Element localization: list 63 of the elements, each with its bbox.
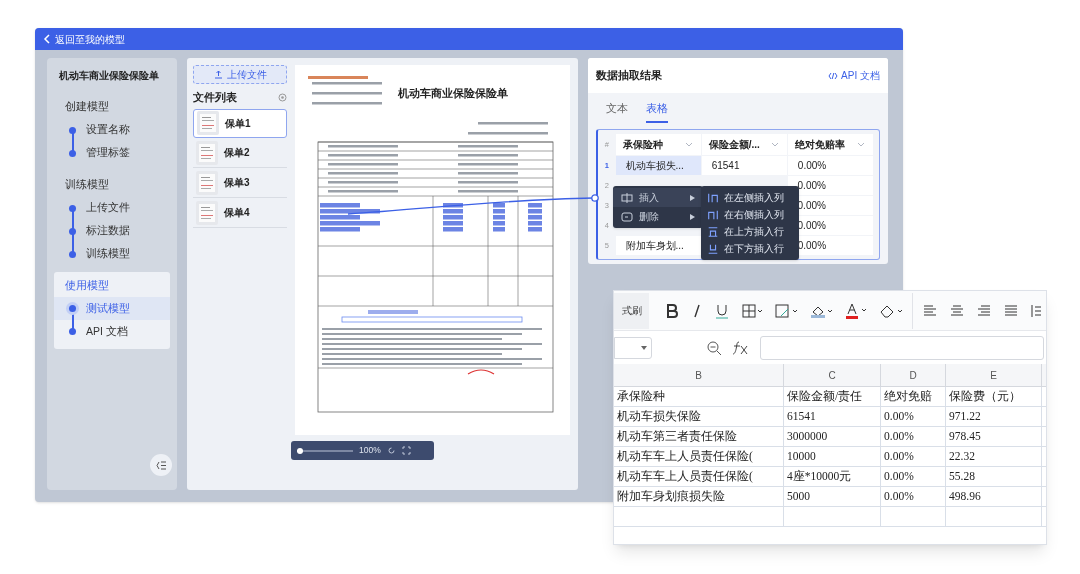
table-cell: 61541	[701, 155, 787, 175]
column-header[interactable]: 绝对免赔率	[787, 133, 873, 155]
spreadsheet-cell: 机动车第三者责任保险	[614, 427, 784, 446]
zoom-reading: 100%	[359, 444, 381, 457]
spreadsheet-cell: 498.96	[946, 487, 1042, 506]
spreadsheet-cell: 10000	[784, 447, 881, 466]
column-letter[interactable]: C	[784, 364, 881, 386]
spreadsheet-cell: 0.00%	[881, 467, 946, 486]
tab[interactable]: 表格	[646, 101, 668, 123]
sidebar-item[interactable]: 标注数据	[47, 219, 177, 243]
spreadsheet-cell: 55.28	[946, 467, 1042, 486]
column-header[interactable]: 承保险种	[615, 133, 701, 155]
table-cell: 0.00%	[787, 155, 873, 175]
results-title: 数据抽取结果	[596, 67, 662, 83]
table-cell: 0.00%	[787, 175, 873, 195]
spreadsheet-cell: 机动车损失保险	[614, 407, 784, 426]
sidebar-group-label: 训练模型	[64, 176, 110, 192]
column-letter[interactable]: E	[946, 364, 1042, 386]
spreadsheet-cell: 保险金额/责任	[784, 387, 881, 406]
tab[interactable]: 文本	[606, 101, 628, 123]
sidebar-item[interactable]: 设置名称	[47, 118, 177, 142]
sidebar-item[interactable]: API 文档	[54, 320, 170, 344]
spreadsheet-cell: 0.00%	[881, 447, 946, 466]
spreadsheet-cell: 0.00%	[881, 487, 946, 506]
file-list-heading: 文件列表	[193, 90, 237, 105]
model-title: 机动车商业保险保险单	[58, 69, 160, 83]
spreadsheet-cell: 5000	[784, 487, 881, 506]
column-header[interactable]: 保险金额/...	[701, 133, 787, 155]
spreadsheet-cell: 61541	[784, 407, 881, 426]
sidebar-item[interactable]: 训练模型	[47, 242, 177, 266]
spreadsheet-cell: 绝对免赔	[881, 387, 946, 406]
spreadsheet-cell: 971.22	[946, 407, 1042, 426]
spreadsheet-cell: 承保险种	[614, 387, 784, 406]
sidebar-item[interactable]: 上传文件	[47, 196, 177, 220]
spreadsheet-cell: 978.45	[946, 427, 1042, 446]
file-item[interactable]: 保单1	[193, 108, 287, 138]
upload-button[interactable]: 上传文件	[193, 65, 287, 84]
spreadsheet-cell: 附加车身划痕损失险	[614, 487, 784, 506]
spreadsheet-cell: 保险费（元）	[946, 387, 1042, 406]
document-title: 机动车商业保险保险单	[397, 85, 508, 102]
sidebar-item[interactable]: 管理标签	[47, 141, 177, 165]
file-item[interactable]: 保单4	[193, 198, 287, 228]
spreadsheet-cell: 机动车车上人员责任保险(	[614, 447, 784, 466]
file-item[interactable]: 保单2	[193, 138, 287, 168]
column-letter[interactable]: D	[881, 364, 946, 386]
sidebar-group-label: 使用模型	[64, 277, 110, 293]
menu-item[interactable]: 插入	[613, 188, 703, 207]
spreadsheet-cell: 0.00%	[881, 407, 946, 426]
file-item[interactable]: 保单3	[193, 168, 287, 198]
api-doc-link[interactable]: API 文档	[828, 68, 880, 83]
table-cell: 机动车损失...	[615, 155, 701, 175]
column-letter[interactable]: B	[614, 364, 784, 386]
spreadsheet-cell: 4座*10000元	[784, 467, 881, 486]
table-cell: 附加车身划...	[615, 235, 701, 255]
sidebar-item[interactable]: 测试模型	[54, 297, 170, 321]
sidebar-group-label: 创建模型	[64, 99, 110, 114]
spreadsheet-cell: 机动车车上人员责任保险(	[614, 467, 784, 486]
back-button[interactable]: 返回至我的模型	[43, 31, 125, 47]
spreadsheet-cell: 0.00%	[881, 427, 946, 446]
format-painter-button[interactable]: 式刷	[614, 292, 649, 329]
spreadsheet-cell: 22.32	[946, 447, 1042, 466]
spreadsheet-cell: 3000000	[784, 427, 881, 446]
menu-item[interactable]: 删除	[613, 207, 703, 226]
